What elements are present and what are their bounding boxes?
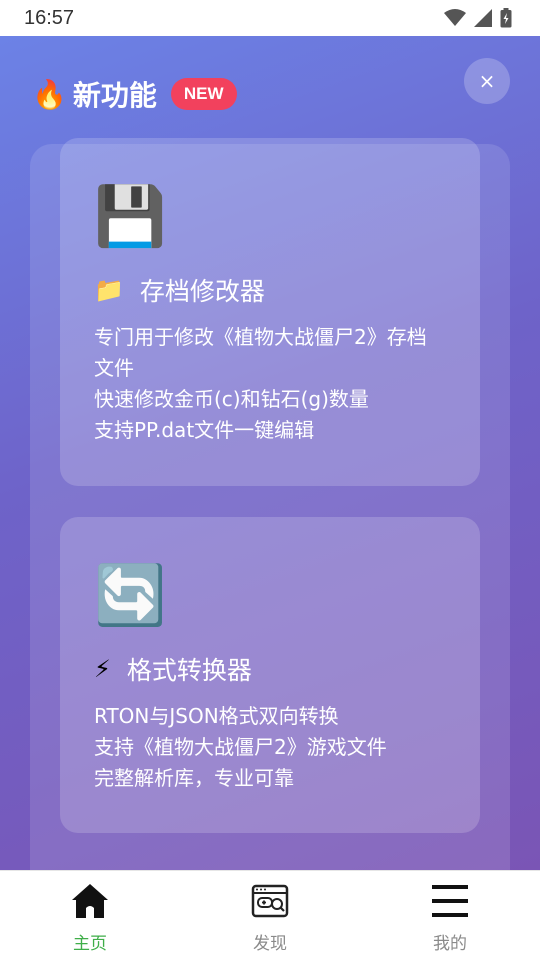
header: 🔥 新功能 NEW [32, 74, 237, 114]
bottom-nav: 主页 发现 我的 [0, 870, 540, 960]
fire-icon: 🔥 [32, 77, 67, 111]
card-desc-line: 完整解析库，专业可靠 [94, 766, 294, 790]
home-icon [70, 881, 110, 921]
wifi-icon [444, 9, 466, 26]
new-badge: NEW [170, 78, 237, 110]
card-desc-line: 快速修改金币(c)和钻石(g)数量 [94, 387, 369, 411]
feature-card-save-editor[interactable]: 💾 📁 存档修改器 专门用于修改《植物大战僵尸2》存档 文件 快速修改金币(c)… [60, 138, 480, 486]
lightning-icon: ⚡ [94, 655, 111, 683]
nav-label: 发现 [253, 934, 287, 954]
card-title-row: 📁 存档修改器 [94, 272, 446, 308]
close-button[interactable]: × [464, 58, 510, 104]
card-title: 存档修改器 [139, 277, 265, 306]
card-title-row: ⚡ 格式转换器 [94, 651, 446, 687]
menu-icon [430, 881, 470, 921]
card-description: RTON与JSON格式双向转换 支持《植物大战僵尸2》游戏文件 完整解析库，专业… [94, 701, 446, 794]
card-desc-line: 文件 [94, 356, 134, 380]
close-icon: × [478, 69, 496, 93]
refresh-arrows-icon: 🔄 [94, 561, 167, 629]
battery-icon [500, 8, 512, 28]
card-description: 专门用于修改《植物大战僵尸2》存档 文件 快速修改金币(c)和钻石(g)数量 支… [94, 322, 446, 446]
discover-icon [250, 881, 290, 921]
status-bar: 16:57 [0, 0, 540, 36]
page-title: 新功能 [72, 79, 157, 112]
card-desc-line: RTON与JSON格式双向转换 [94, 704, 339, 728]
nav-item-discover[interactable]: 发现 [180, 871, 360, 960]
feature-card-format-converter[interactable]: 🔄 ⚡ 格式转换器 RTON与JSON格式双向转换 支持《植物大战僵尸2》游戏文… [60, 517, 480, 833]
card-desc-line: 专门用于修改《植物大战僵尸2》存档 [94, 325, 427, 349]
folder-icon: 📁 [94, 276, 124, 304]
nav-item-mine[interactable]: 我的 [360, 871, 540, 960]
nav-label: 主页 [73, 934, 107, 954]
card-title: 格式转换器 [126, 656, 252, 685]
status-icons [444, 8, 512, 28]
nav-item-home[interactable]: 主页 [0, 871, 180, 960]
card-desc-line: 支持PP.dat文件一键编辑 [94, 418, 315, 442]
nav-label: 我的 [433, 934, 467, 954]
floppy-disk-icon: 💾 [94, 182, 167, 250]
card-desc-line: 支持《植物大战僵尸2》游戏文件 [94, 735, 387, 759]
signal-icon [474, 9, 492, 27]
status-time: 16:57 [24, 6, 75, 29]
